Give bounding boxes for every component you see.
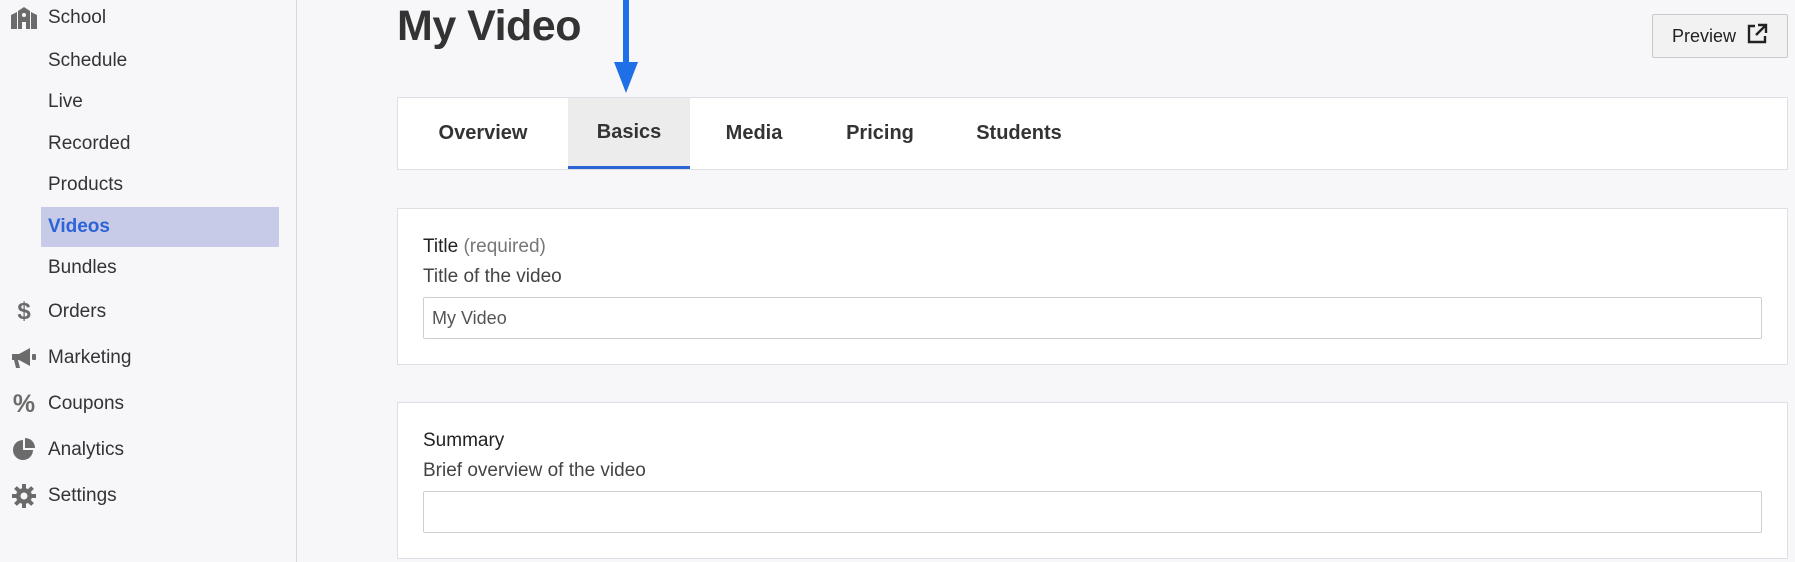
sidebar-subitem-label: Schedule — [48, 50, 128, 71]
tab-label: Overview — [438, 122, 528, 144]
title-card: Title (required) Title of the video — [397, 208, 1788, 365]
sidebar-subitem-label: Live — [48, 91, 83, 112]
tab-label: Students — [976, 122, 1062, 144]
sidebar-subitem-schedule[interactable]: Schedule — [41, 41, 279, 81]
title-field-label: Title (required) — [423, 236, 546, 258]
tab-media[interactable]: Media — [690, 98, 818, 169]
pie-chart-icon — [10, 436, 38, 464]
sidebar-item-orders[interactable]: $ Orders — [0, 292, 297, 332]
sidebar-subitem-recorded[interactable]: Recorded — [41, 124, 279, 164]
tab-label: Pricing — [846, 122, 914, 144]
tab-pricing[interactable]: Pricing — [818, 98, 942, 169]
school-icon — [10, 4, 38, 32]
annotation-arrow-icon — [614, 0, 638, 93]
sidebar-item-label: Settings — [48, 485, 117, 506]
sidebar-item-marketing[interactable]: Marketing — [0, 338, 297, 378]
tab-label: Basics — [596, 120, 662, 143]
tab-students[interactable]: Students — [942, 98, 1096, 169]
sidebar-subitem-label: Bundles — [48, 257, 117, 278]
required-indicator: (required) — [463, 236, 546, 257]
sidebar-subitem-label: Products — [48, 174, 123, 195]
sidebar-item-settings[interactable]: Settings — [0, 476, 297, 516]
sidebar-item-label: Marketing — [48, 347, 132, 368]
preview-button-label: Preview — [1671, 25, 1737, 46]
external-link-icon — [1746, 23, 1768, 50]
sidebar: School Schedule Live Recorded Products V… — [0, 0, 297, 562]
sidebar-subitem-live[interactable]: Live — [41, 82, 279, 122]
percent-icon: % — [12, 389, 36, 418]
tab-label: Media — [725, 122, 783, 144]
summary-field-help: Brief overview of the video — [423, 460, 646, 481]
summary-card: Summary Brief overview of the video — [397, 402, 1788, 559]
sidebar-subitem-label: Recorded — [48, 133, 131, 154]
title-input[interactable] — [423, 297, 1762, 339]
sidebar-item-label: Analytics — [48, 439, 125, 460]
sidebar-item-label: Coupons — [48, 393, 125, 414]
sidebar-item-label: School — [48, 7, 107, 28]
title-field-help: Title of the video — [423, 266, 562, 287]
sidebar-item-school[interactable]: School — [0, 0, 297, 38]
sidebar-subitem-videos[interactable]: Videos — [41, 207, 279, 247]
megaphone-icon — [10, 344, 38, 372]
tab-basics[interactable]: Basics — [568, 98, 690, 169]
tab-overview[interactable]: Overview — [398, 98, 568, 169]
sidebar-subitem-bundles[interactable]: Bundles — [41, 248, 279, 288]
preview-button[interactable]: Preview — [1652, 14, 1788, 58]
tab-bar: Overview Basics Media Pricing Students — [397, 97, 1788, 170]
dollar-icon: $ — [17, 298, 31, 325]
sidebar-item-label: Orders — [48, 301, 107, 322]
sidebar-item-analytics[interactable]: Analytics — [0, 430, 297, 470]
sidebar-item-coupons[interactable]: % Coupons — [0, 384, 297, 424]
summary-field-label: Summary — [423, 430, 505, 451]
sidebar-subitem-label: Videos — [48, 216, 110, 237]
page-title: My Video — [397, 2, 581, 50]
summary-input[interactable] — [423, 491, 1762, 533]
gear-icon — [10, 482, 38, 510]
sidebar-subitem-products[interactable]: Products — [41, 165, 279, 205]
title-label-text: Title — [423, 236, 459, 257]
